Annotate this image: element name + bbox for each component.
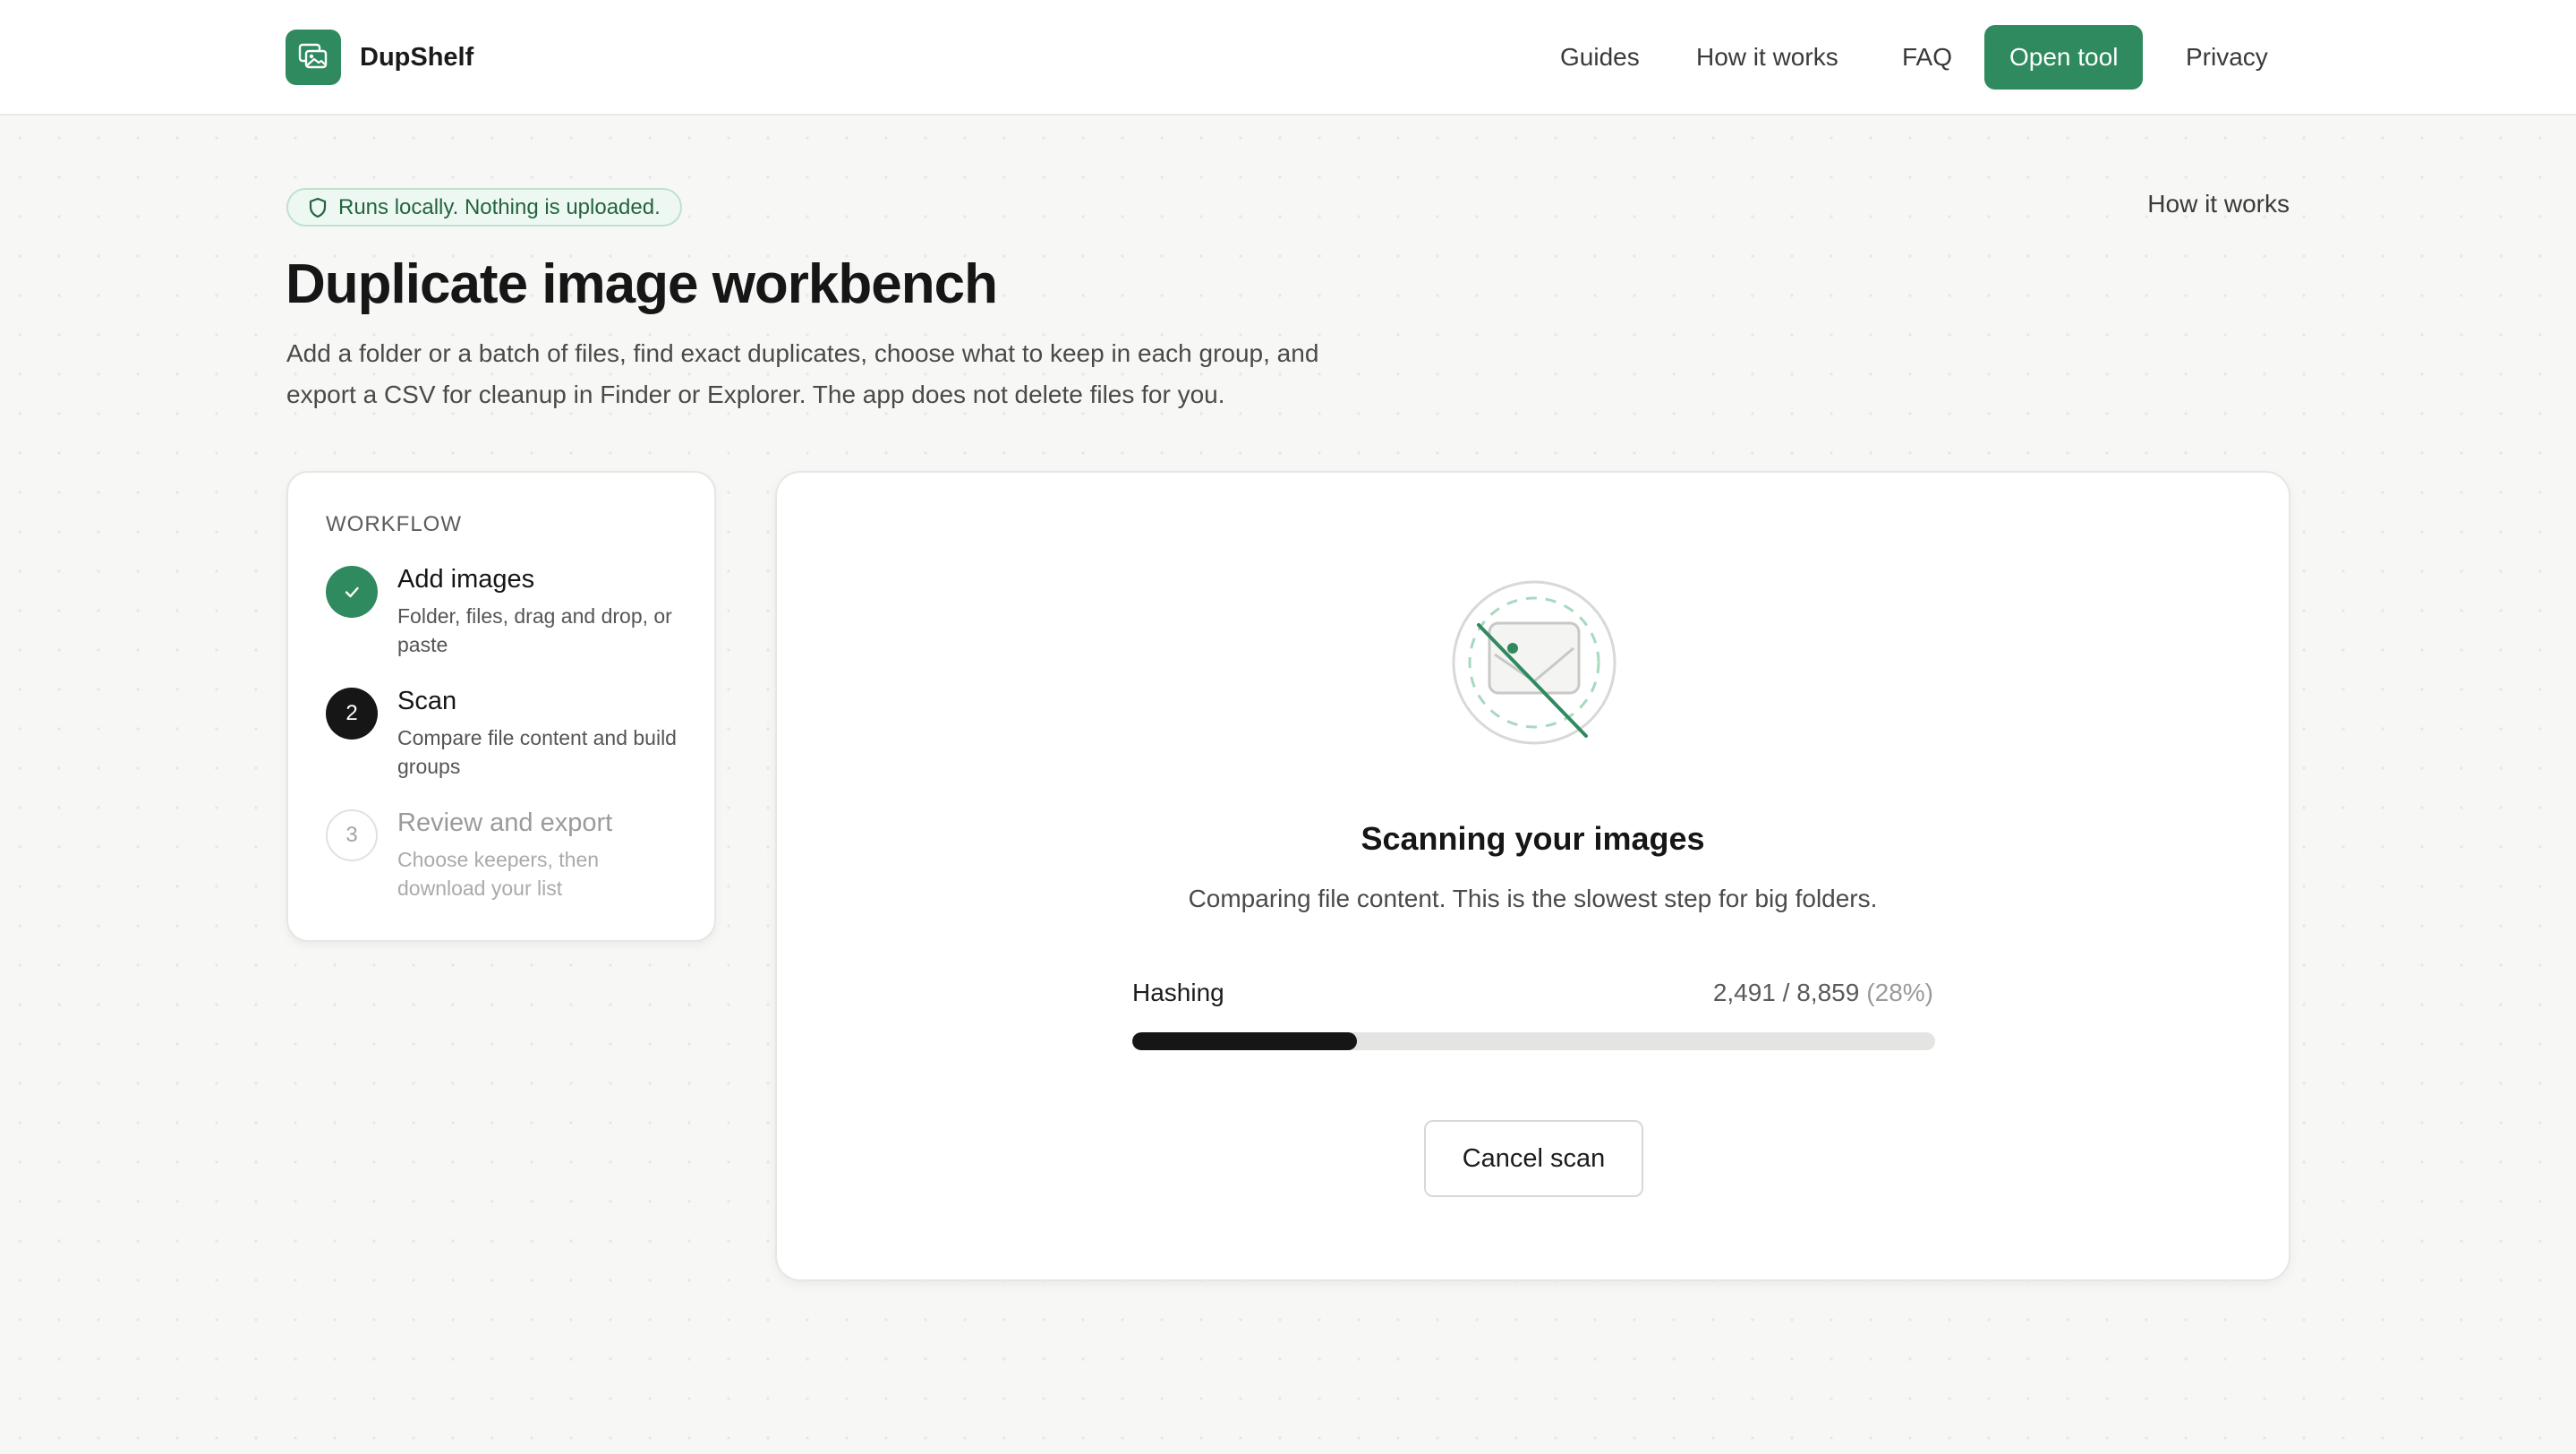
scan-progress-card: Scanning your images Comparing file cont…: [775, 471, 2290, 1281]
progress-count-value: 2,491 / 8,859: [1712, 979, 1860, 1006]
workflow-panel: WORKFLOW Add images Folder, files, drag …: [286, 471, 716, 942]
cancel-scan-button[interactable]: Cancel scan: [1424, 1120, 1643, 1197]
runs-locally-badge: Runs locally. Nothing is uploaded.: [286, 188, 682, 227]
step-title: Add images: [397, 565, 535, 594]
step-number-badge: 3: [326, 809, 378, 861]
top-navigation-bar: DupShelf Guides How it works FAQ Open to…: [0, 0, 2576, 115]
nav-guides-link[interactable]: Guides: [1560, 25, 1640, 90]
brand[interactable]: DupShelf: [286, 30, 473, 85]
shield-icon: [309, 197, 327, 218]
step-title: Review and export: [397, 808, 613, 837]
image-gallery-icon: [286, 30, 341, 85]
workflow-heading: WORKFLOW: [326, 512, 462, 536]
step-description: Folder, files, drag and drop, or paste: [397, 604, 672, 656]
scan-title: Scanning your images: [1361, 820, 1705, 857]
step-description: Choose keepers, then download your list: [397, 848, 600, 900]
badge-text: Runs locally. Nothing is uploaded.: [338, 194, 661, 219]
nav-privacy-link[interactable]: Privacy: [2186, 25, 2268, 90]
image-scan-illustration: [1452, 580, 1616, 745]
step-number-badge: 2: [326, 688, 378, 740]
step-description: Compare file content and build groups: [397, 726, 677, 778]
page-description: Add a folder or a batch of files, find e…: [286, 339, 1319, 408]
step-title: Scan: [397, 687, 457, 715]
brand-name: DupShelf: [360, 42, 474, 72]
progress-phase-label: Hashing: [1132, 979, 1224, 1006]
open-tool-button[interactable]: Open tool: [1984, 25, 2144, 90]
how-it-works-link[interactable]: How it works: [2147, 190, 2290, 218]
scan-subtitle: Comparing file content. This is the slow…: [1188, 885, 1878, 912]
nav-faq-link[interactable]: FAQ: [1902, 25, 1952, 90]
progress-percent: (28%): [1866, 979, 1933, 1006]
page-title: Duplicate image workbench: [286, 253, 998, 315]
progress-bar: [1132, 1032, 1935, 1050]
progress-bar-fill: [1132, 1032, 1358, 1050]
progress-count: 2,491 / 8,859 (28%): [1713, 979, 1933, 1007]
check-icon: [326, 566, 378, 618]
nav-how-it-works-link[interactable]: How it works: [1696, 25, 1838, 90]
